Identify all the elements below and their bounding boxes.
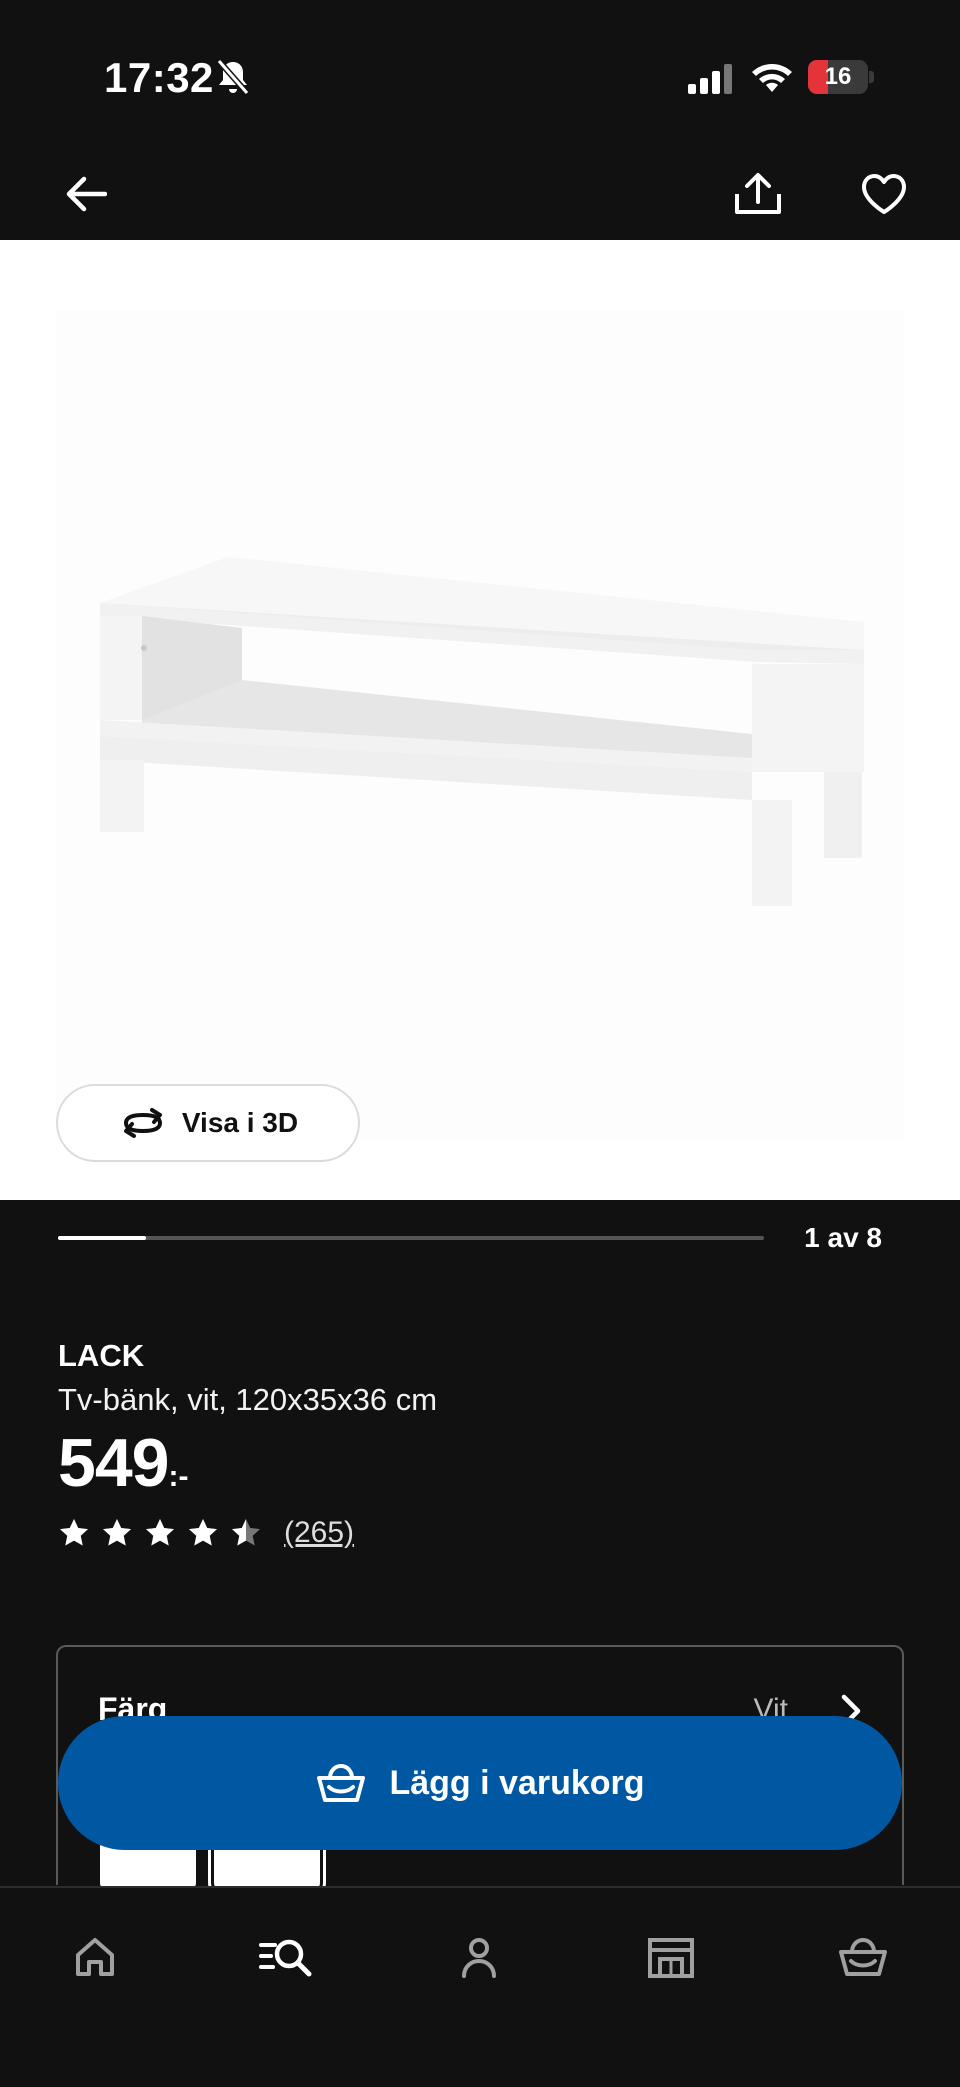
home-icon [76,1938,114,1976]
gallery-progress-fill [58,1236,147,1240]
battery-icon: 16 [808,60,874,94]
star-icon [146,1519,174,1546]
nav-cart[interactable] [828,1922,898,1992]
view-3d-button[interactable]: Visa i 3D [56,1084,360,1162]
gallery-pager: 1 av 8 [0,1200,960,1280]
rotate-3d-icon [123,1108,162,1138]
add-to-cart-label: Lägg i varukorg [389,1763,645,1802]
star-icon [189,1519,217,1546]
bell-slash-icon [216,59,250,95]
battery-level: 16 [824,63,852,90]
product-name: LACK [58,1338,145,1373]
gallery-counter: 1 av 8 [804,1222,882,1253]
product-info: LACK Tv-bänk, vit, 120x35x36 cm 549 :- (… [58,1338,918,1550]
product-rating[interactable]: (265) [58,1516,918,1550]
product-description: Tv-bänk, vit, 120x35x36 cm [58,1382,438,1417]
star-icon [232,1519,260,1546]
gallery-progress-track[interactable] [58,1236,764,1240]
nav-store[interactable] [636,1922,706,1992]
nav-search[interactable] [252,1922,322,1992]
cart-icon [839,1937,887,1976]
heart-icon [862,174,906,214]
status-time: 17:32 [104,54,214,101]
wifi-icon [752,64,792,92]
star-icon [103,1519,131,1546]
product-gallery[interactable]: Visa i 3D [0,240,960,1200]
nav-home[interactable] [60,1922,130,1992]
review-count-link[interactable]: (265) [284,1516,354,1550]
product-price: 549 :- [58,1424,918,1502]
star-icon [60,1519,88,1546]
add-to-cart-button[interactable]: Lägg i varukorg [58,1716,902,1850]
back-arrow-icon [66,176,107,212]
share-button[interactable] [726,162,790,226]
profile-icon [462,1938,496,1978]
price-amount: 549 [58,1425,169,1501]
rating-stars [58,1517,262,1549]
price-suffix: :- [168,1460,189,1493]
back-button[interactable] [54,162,118,226]
tv-bench-illustration [100,557,864,906]
basket-icon [317,1763,366,1802]
view-3d-label: Visa i 3D [181,1107,299,1138]
top-bar [0,150,960,240]
signal-icon [688,64,732,94]
status-bar: 17:32 16 [0,0,960,150]
nav-profile[interactable] [444,1922,514,1992]
favorite-button[interactable] [852,162,916,226]
product-image[interactable] [56,310,904,1140]
store-icon [648,1938,694,1978]
share-icon [735,173,781,214]
search-icon [259,1939,312,1977]
bottom-nav [0,1886,960,2087]
